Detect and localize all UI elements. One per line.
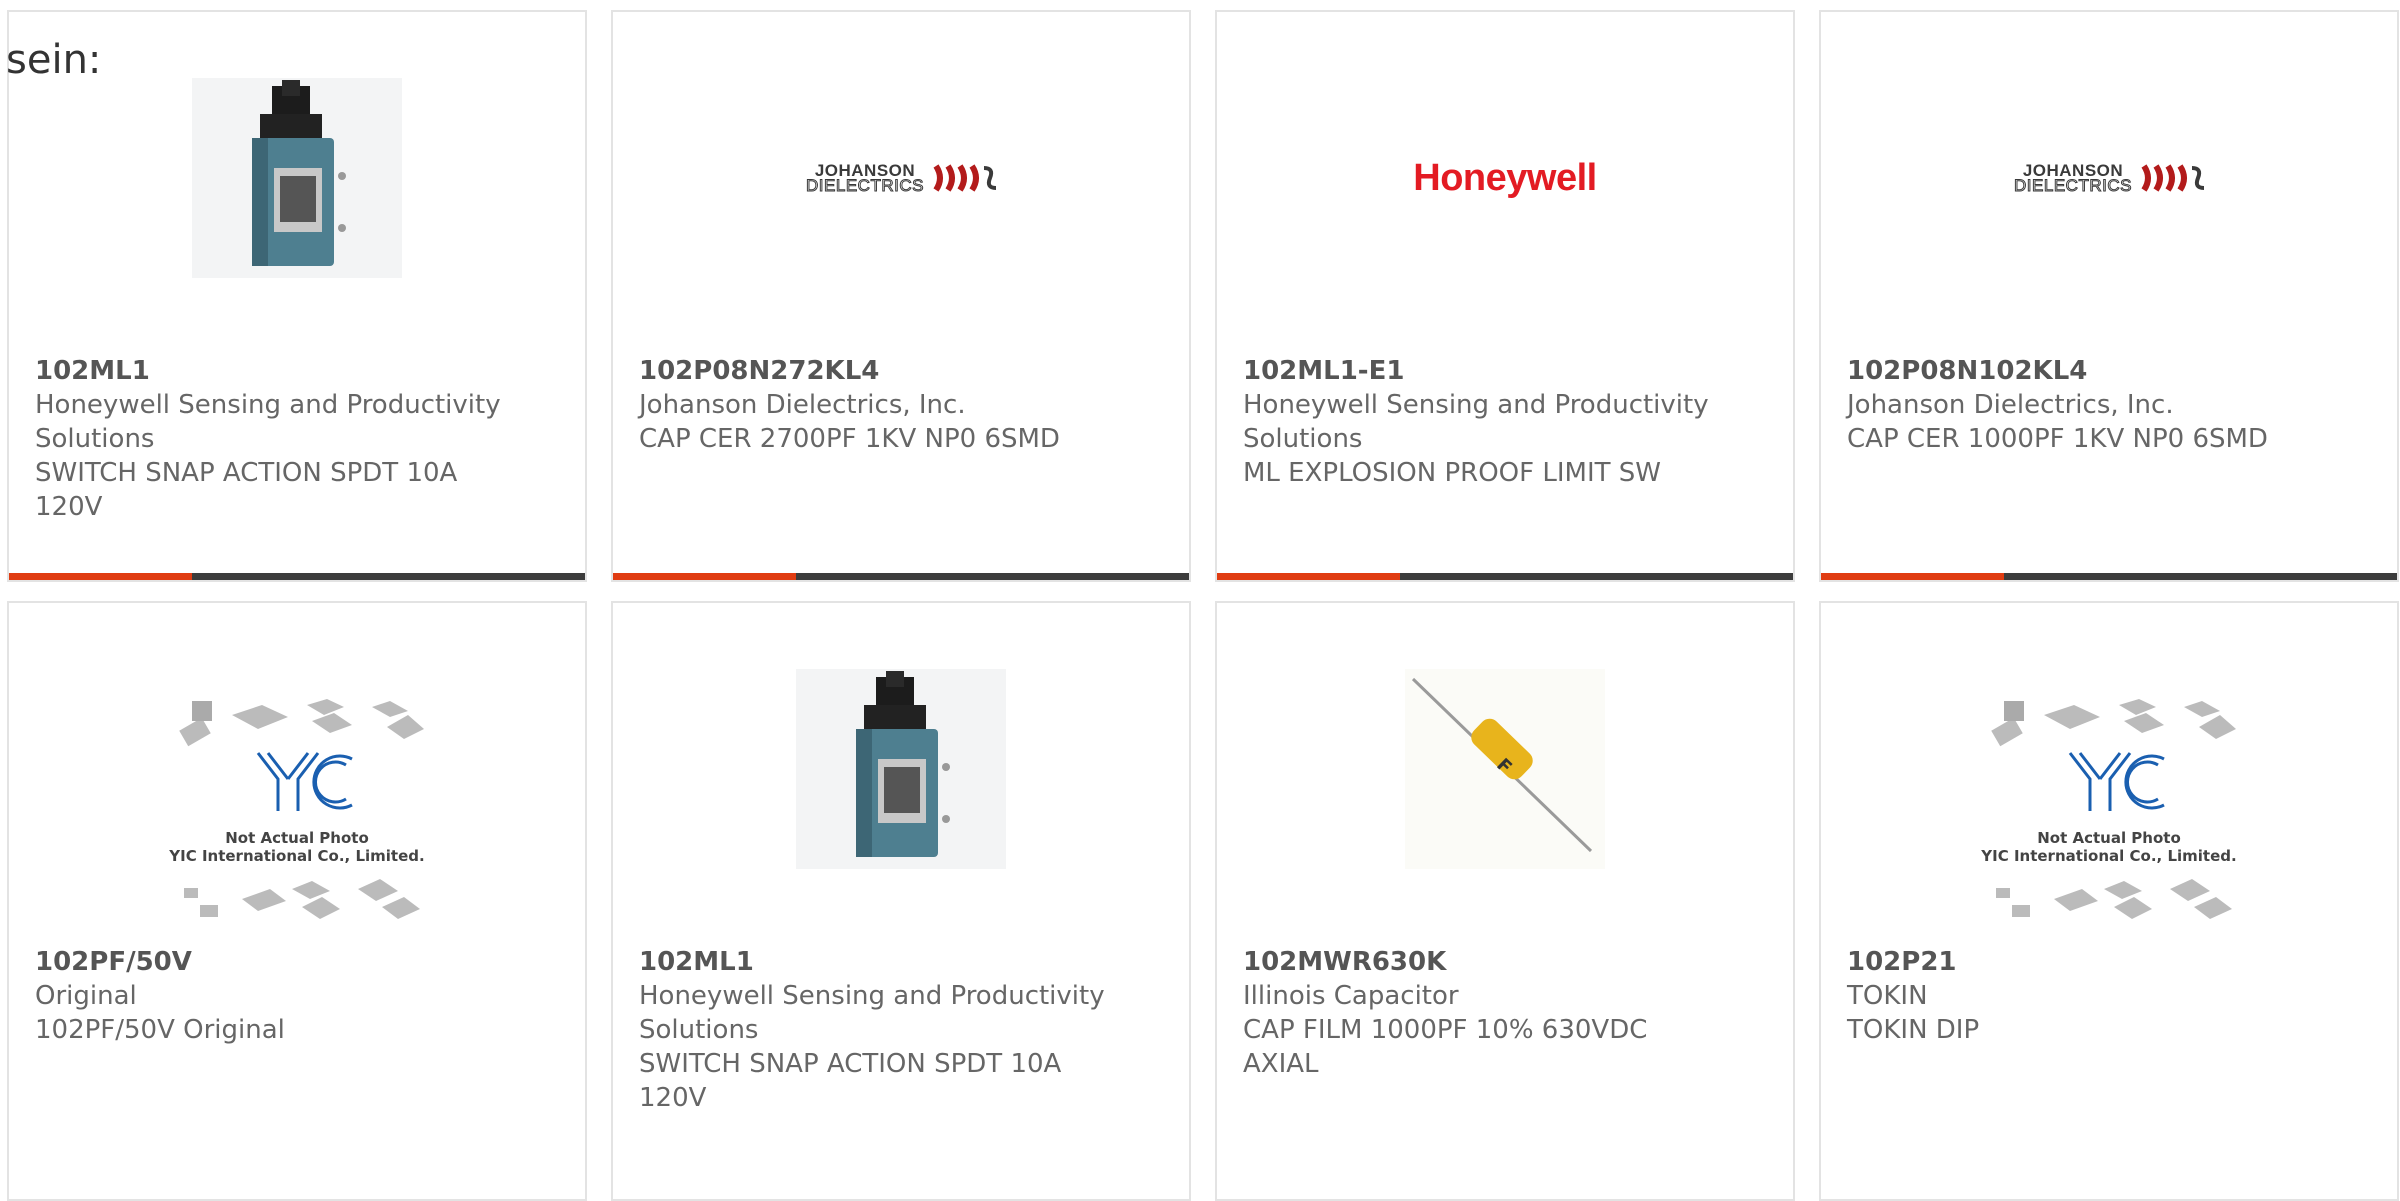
manufacturer: Honeywell Sensing and Productivity Solut… [35,390,501,454]
product-card[interactable]: JOHANSON DIELECTRICS 102P08N272KL4 Johan… [611,10,1191,582]
johanson-logo[interactable]: JOHANSON DIELECTRICS [1821,78,2397,278]
manufacturer: Johanson Dielectrics, Inc. [1847,390,2174,420]
part-number[interactable]: 102PF/50V [35,945,505,979]
part-number[interactable]: 102P08N102KL4 [1847,354,2317,388]
not-actual-photo[interactable]: Not Actual Photo YIC International Co., … [1821,693,2397,933]
card-bottom-bar [613,573,1189,580]
manufacturer: Original [35,981,137,1011]
part-number[interactable]: 102P21 [1847,945,2317,979]
product-card[interactable]: F 102MWR630K Illinois Capacitor CAP FILM… [1215,601,1795,1201]
honeywell-logo[interactable]: Honeywell [1217,78,1793,278]
limit-switch-photo[interactable] [613,669,1189,869]
part-number[interactable]: 102MWR630K [1243,945,1713,979]
svg-text:YIC International Co., Limited: YIC International Co., Limited. [168,847,424,865]
description: ML EXPLOSION PROOF LIMIT SW [1243,458,1661,488]
product-card[interactable]: 102ML1 Honeywell Sensing and Productivit… [611,601,1191,1201]
product-card[interactable]: Honeywell 102ML1-E1 Honeywell Sensing an… [1215,10,1795,582]
intro-text: sein: [6,37,102,83]
johanson-logo[interactable]: JOHANSON DIELECTRICS [613,78,1189,278]
manufacturer: Illinois Capacitor [1243,981,1459,1011]
manufacturer: TOKIN [1847,981,1928,1011]
description: SWITCH SNAP ACTION SPDT 10A 120V [639,1049,1062,1113]
manufacturer: Honeywell Sensing and Productivity Solut… [1243,390,1709,454]
description: CAP CER 1000PF 1KV NP0 6SMD [1847,424,2268,454]
part-number[interactable]: 102ML1 [35,354,505,388]
film-capacitor-photo[interactable]: F [1217,669,1793,869]
manufacturer: Honeywell Sensing and Productivity Solut… [639,981,1105,1045]
svg-text:Not Actual Photo: Not Actual Photo [225,829,369,847]
card-bottom-bar [1217,573,1793,580]
card-bottom-bar [9,573,585,580]
description: SWITCH SNAP ACTION SPDT 10A 120V [35,458,458,522]
part-number[interactable]: 102ML1-E1 [1243,354,1713,388]
description: TOKIN DIP [1847,1015,1980,1045]
description: CAP FILM 1000PF 10% 630VDC AXIAL [1243,1015,1648,1079]
description: CAP CER 2700PF 1KV NP0 6SMD [639,424,1060,454]
manufacturer: Johanson Dielectrics, Inc. [639,390,966,420]
product-card[interactable]: JOHANSON DIELECTRICS 102P08N102KL4 Johan… [1819,10,2399,582]
part-number[interactable]: 102ML1 [639,945,1109,979]
product-card[interactable]: 102ML1 Honeywell Sensing and Productivit… [7,10,587,582]
description: 102PF/50V Original [35,1015,285,1045]
part-number[interactable]: 102P08N272KL4 [639,354,1109,388]
svg-text:Not Actual Photo: Not Actual Photo [2037,829,2181,847]
limit-switch-photo[interactable] [9,78,585,278]
svg-text:YIC International Co., Limited: YIC International Co., Limited. [1980,847,2236,865]
not-actual-photo[interactable]: Not Actual Photo YIC International Co., … [9,693,585,933]
product-card[interactable]: Not Actual Photo YIC International Co., … [7,601,587,1201]
card-bottom-bar [1821,573,2397,580]
product-card[interactable]: Not Actual Photo YIC International Co., … [1819,601,2399,1201]
